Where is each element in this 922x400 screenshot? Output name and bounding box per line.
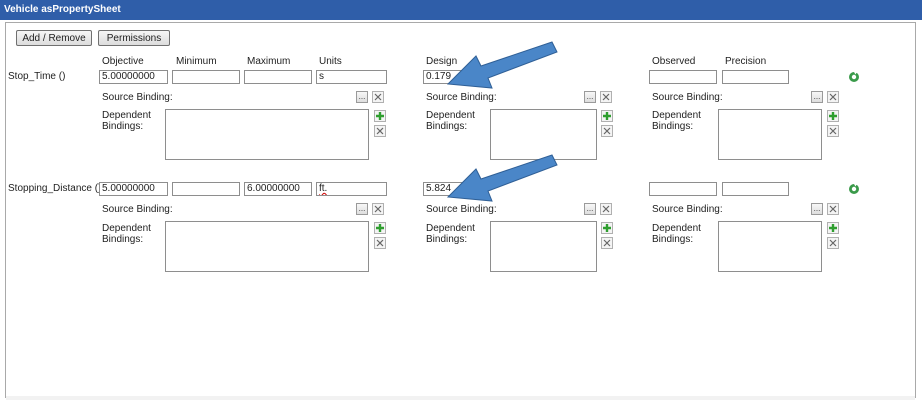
- remove-icon[interactable]: [374, 237, 386, 249]
- remove-icon[interactable]: [827, 125, 839, 137]
- add-icon[interactable]: [827, 110, 839, 122]
- column-header-objective: Objective: [102, 56, 144, 67]
- source-binding-label: Source Binding:: [652, 92, 723, 103]
- bindings-label: Bindings:: [652, 234, 694, 245]
- add-icon[interactable]: [827, 222, 839, 234]
- add-icon[interactable]: [601, 110, 613, 122]
- remove-icon[interactable]: [372, 203, 384, 215]
- add-remove-button[interactable]: Add / Remove: [16, 30, 92, 46]
- remove-icon[interactable]: [374, 125, 386, 137]
- source-binding-label: Source Binding:: [426, 204, 497, 215]
- column-header-observed: Observed: [652, 56, 696, 67]
- column-header-maximum: Maximum: [247, 56, 291, 67]
- remove-icon[interactable]: [601, 237, 613, 249]
- column-header-units: Units: [319, 56, 342, 67]
- remove-icon[interactable]: [601, 125, 613, 137]
- units-field[interactable]: ft.: [316, 182, 387, 196]
- source-binding-browse-button[interactable]: ...: [584, 91, 596, 103]
- objective-field[interactable]: 5.00000000: [99, 182, 168, 196]
- observed-field[interactable]: [649, 182, 717, 196]
- refresh-icon[interactable]: [848, 183, 860, 195]
- remove-icon[interactable]: [600, 203, 612, 215]
- bindings-label: Bindings:: [102, 121, 144, 132]
- dependent-bindings-list[interactable]: [490, 221, 597, 272]
- bindings-label: Bindings:: [426, 234, 468, 245]
- remove-icon[interactable]: [827, 203, 839, 215]
- add-icon[interactable]: [374, 222, 386, 234]
- arrow-annotation: [446, 154, 558, 202]
- source-binding-browse-button[interactable]: ...: [356, 203, 368, 215]
- source-binding-browse-button[interactable]: ...: [811, 91, 823, 103]
- source-binding-browse-button[interactable]: ...: [811, 203, 823, 215]
- remove-icon[interactable]: [600, 91, 612, 103]
- source-binding-label: Source Binding:: [426, 92, 497, 103]
- property-name: Stopping_Distance (): [8, 183, 102, 194]
- add-icon[interactable]: [374, 110, 386, 122]
- dependent-bindings-list[interactable]: [718, 221, 822, 272]
- column-header-minimum: Minimum: [176, 56, 217, 67]
- dependent-bindings-list[interactable]: [718, 109, 822, 160]
- source-binding-browse-button[interactable]: ...: [356, 91, 368, 103]
- refresh-icon[interactable]: [848, 71, 860, 83]
- panel-scroll-track: [6, 396, 915, 400]
- maximum-field[interactable]: 6.00000000: [244, 182, 312, 196]
- column-header-precision: Precision: [725, 56, 767, 67]
- property-name: Stop_Time (): [8, 71, 66, 82]
- source-binding-label: Source Binding:: [652, 204, 723, 215]
- arrow-annotation: [446, 41, 558, 89]
- objective-field[interactable]: 5.00000000: [99, 70, 168, 84]
- precision-field[interactable]: [722, 70, 789, 84]
- dependent-bindings-list[interactable]: [165, 109, 369, 160]
- bindings-label: Bindings:: [102, 234, 144, 245]
- units-value: ft.: [319, 183, 328, 194]
- remove-icon[interactable]: [827, 237, 839, 249]
- permissions-button[interactable]: Permissions: [98, 30, 170, 46]
- add-icon[interactable]: [601, 222, 613, 234]
- precision-field[interactable]: [722, 182, 789, 196]
- minimum-field[interactable]: [172, 70, 240, 84]
- dependent-bindings-list[interactable]: [165, 221, 369, 272]
- maximum-field[interactable]: [244, 70, 312, 84]
- bindings-label: Bindings:: [652, 121, 694, 132]
- source-binding-label: Source Binding:: [102, 92, 173, 103]
- source-binding-label: Source Binding:: [102, 204, 173, 215]
- window-title: Vehicle asPropertySheet: [0, 0, 922, 20]
- remove-icon[interactable]: [827, 91, 839, 103]
- observed-field[interactable]: [649, 70, 717, 84]
- remove-icon[interactable]: [372, 91, 384, 103]
- units-field[interactable]: s: [316, 70, 387, 84]
- minimum-field[interactable]: [172, 182, 240, 196]
- bindings-label: Bindings:: [426, 121, 468, 132]
- source-binding-browse-button[interactable]: ...: [584, 203, 596, 215]
